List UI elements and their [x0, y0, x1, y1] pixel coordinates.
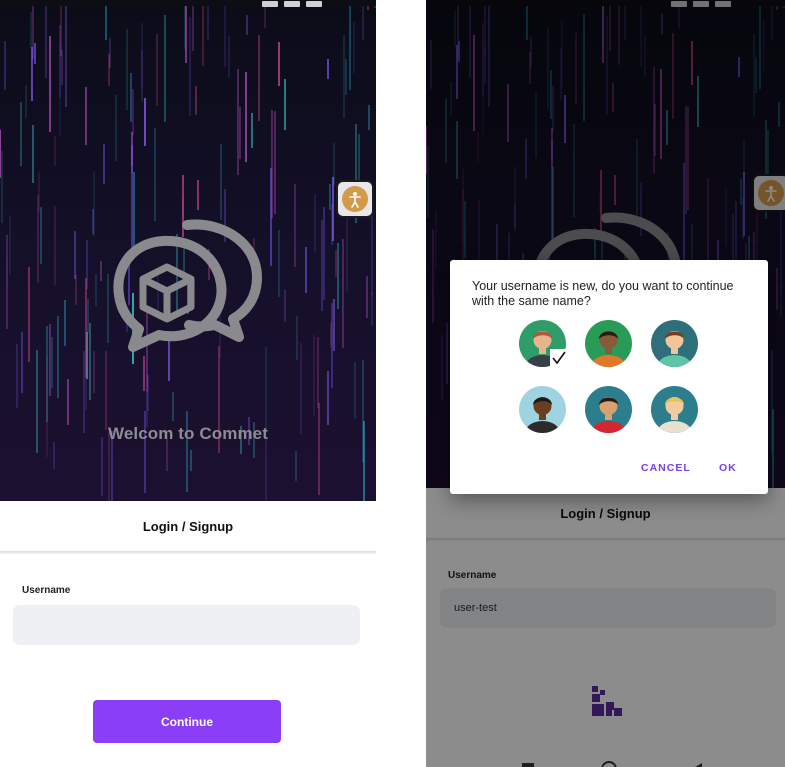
system-nav-bar	[426, 757, 785, 767]
login-screen: Welcom to Commet Login / Signup Username…	[0, 0, 376, 767]
login-screen-dialog: Login / Signup Username Your username is…	[426, 0, 785, 767]
chat-bubbles-cube-logo-icon	[113, 219, 262, 352]
username-input[interactable]	[13, 605, 360, 645]
cancel-button[interactable]: CANCEL	[641, 462, 691, 474]
hero-banner: Welcom to Commet	[0, 0, 376, 501]
checkmark-icon	[550, 349, 568, 367]
tab-divider	[0, 551, 376, 554]
welcome-text: Welcom to Commet	[108, 424, 268, 443]
tab-login-signup[interactable]: Login / Signup	[0, 519, 376, 534]
accessibility-icon	[342, 186, 368, 212]
accessibility-button[interactable]	[336, 180, 374, 218]
avatar-4[interactable]	[519, 386, 566, 433]
login-panel: Login / Signup Username Continue	[0, 501, 376, 767]
status-bar	[0, 0, 376, 7]
username-label: Username	[22, 585, 71, 596]
continue-button[interactable]: Continue	[93, 700, 281, 743]
ok-button[interactable]: OK	[719, 462, 737, 474]
username-dialog: Your username is new, do you want to con…	[450, 260, 768, 494]
avatar-2[interactable]	[585, 320, 632, 367]
status-icons	[256, 0, 346, 7]
avatar-3[interactable]	[651, 320, 698, 367]
avatar-6[interactable]	[651, 386, 698, 433]
dialog-message: Your username is new, do you want to con…	[472, 279, 734, 308]
avatar-5[interactable]	[585, 386, 632, 433]
